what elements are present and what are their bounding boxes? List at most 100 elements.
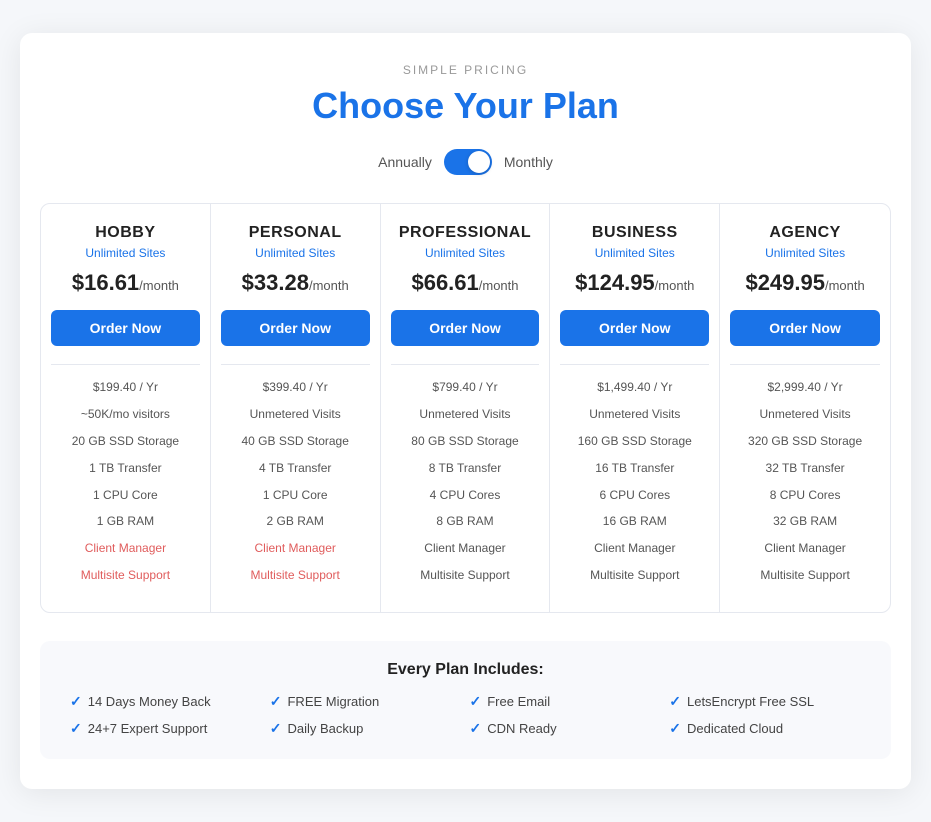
includes-section: Every Plan Includes: ✓ 14 Days Money Back…	[40, 641, 891, 759]
includes-item-label: Free Email	[487, 694, 550, 709]
plan-yearly-personal: $399.40 / Yr	[263, 379, 328, 396]
plan-sites-professional: Unlimited Sites	[425, 246, 505, 260]
plan-transfer-professional: 8 TB Transfer	[429, 460, 501, 477]
plan-client-manager-business: Client Manager	[594, 540, 675, 557]
plan-col-professional: PROFESSIONAL Unlimited Sites $66.61/mont…	[381, 204, 551, 611]
plan-multisite-hobby: Multisite Support	[81, 567, 170, 584]
includes-item-label: CDN Ready	[487, 721, 556, 736]
plan-ram-hobby: 1 GB RAM	[97, 513, 154, 530]
includes-item: ✓ Free Email	[470, 693, 662, 710]
plan-multisite-professional: Multisite Support	[420, 567, 509, 584]
plan-col-business: BUSINESS Unlimited Sites $124.95/month O…	[550, 204, 720, 611]
title-plain: Choose Your	[312, 85, 543, 126]
plan-sites-agency: Unlimited Sites	[765, 246, 845, 260]
plan-storage-professional: 80 GB SSD Storage	[411, 433, 518, 450]
billing-toggle-switch[interactable]	[444, 149, 492, 175]
plan-visitors-professional: Unmetered Visits	[419, 406, 510, 423]
monthly-label: Monthly	[504, 154, 553, 170]
plan-ram-business: 16 GB RAM	[603, 513, 667, 530]
annually-label: Annually	[378, 154, 432, 170]
plan-price-hobby: $16.61/month	[72, 270, 179, 296]
order-btn-agency[interactable]: Order Now	[730, 310, 880, 346]
plan-price-business: $124.95/month	[575, 270, 694, 296]
check-icon: ✓	[70, 720, 82, 737]
includes-item-label: 14 Days Money Back	[88, 694, 211, 709]
plan-visitors-hobby: ~50K/mo visitors	[81, 406, 170, 423]
order-btn-personal[interactable]: Order Now	[221, 310, 370, 346]
check-icon: ✓	[270, 693, 282, 710]
plan-cpu-business: 6 CPU Cores	[599, 487, 670, 504]
plan-divider-personal	[221, 364, 370, 365]
plan-price-professional: $66.61/month	[411, 270, 518, 296]
order-btn-business[interactable]: Order Now	[560, 310, 709, 346]
includes-item-label: Daily Backup	[287, 721, 363, 736]
pricing-container: SIMPLE PRICING Choose Your Plan Annually…	[20, 33, 911, 788]
plan-storage-personal: 40 GB SSD Storage	[242, 433, 349, 450]
check-icon: ✓	[270, 720, 282, 737]
plan-multisite-personal: Multisite Support	[251, 567, 340, 584]
plan-name-hobby: HOBBY	[95, 224, 155, 242]
plan-visitors-agency: Unmetered Visits	[760, 406, 851, 423]
includes-item-label: 24+7 Expert Support	[88, 721, 208, 736]
plan-price-personal: $33.28/month	[242, 270, 349, 296]
plan-divider-business	[560, 364, 709, 365]
plan-cpu-hobby: 1 CPU Core	[93, 487, 158, 504]
check-icon: ✓	[669, 720, 681, 737]
includes-item-label: FREE Migration	[287, 694, 379, 709]
plan-name-professional: PROFESSIONAL	[399, 224, 531, 242]
plan-divider-professional	[391, 364, 540, 365]
plan-name-agency: AGENCY	[769, 224, 840, 242]
plan-col-agency: AGENCY Unlimited Sites $249.95/month Ord…	[720, 204, 890, 611]
plans-grid: HOBBY Unlimited Sites $16.61/month Order…	[40, 203, 891, 612]
plan-name-personal: PERSONAL	[249, 224, 342, 242]
includes-item-label: Dedicated Cloud	[687, 721, 783, 736]
includes-item: ✓ LetsEncrypt Free SSL	[669, 693, 861, 710]
plan-yearly-agency: $2,999.40 / Yr	[768, 379, 843, 396]
includes-item: ✓ FREE Migration	[270, 693, 462, 710]
plan-yearly-business: $1,499.40 / Yr	[597, 379, 672, 396]
plan-col-hobby: HOBBY Unlimited Sites $16.61/month Order…	[41, 204, 211, 611]
order-btn-professional[interactable]: Order Now	[391, 310, 540, 346]
plan-ram-personal: 2 GB RAM	[267, 513, 324, 530]
check-icon: ✓	[669, 693, 681, 710]
includes-item-label: LetsEncrypt Free SSL	[687, 694, 814, 709]
plan-transfer-agency: 32 TB Transfer	[766, 460, 845, 477]
main-title: Choose Your Plan	[40, 85, 891, 127]
includes-item: ✓ 14 Days Money Back	[70, 693, 262, 710]
plan-ram-agency: 32 GB RAM	[773, 513, 837, 530]
includes-item: ✓CDN Ready	[470, 720, 662, 737]
toggle-knob	[468, 151, 490, 173]
plan-col-personal: PERSONAL Unlimited Sites $33.28/month Or…	[211, 204, 381, 611]
simple-pricing-label: SIMPLE PRICING	[40, 63, 891, 77]
plan-client-manager-agency: Client Manager	[764, 540, 845, 557]
plan-visitors-personal: Unmetered Visits	[250, 406, 341, 423]
includes-grid: ✓ 14 Days Money Back ✓ FREE Migration ✓ Free …	[70, 693, 861, 737]
check-icon: ✓	[70, 693, 82, 710]
plan-divider-agency	[730, 364, 880, 365]
plan-storage-business: 160 GB SSD Storage	[578, 433, 692, 450]
plan-yearly-hobby: $199.40 / Yr	[93, 379, 158, 396]
plan-sites-hobby: Unlimited Sites	[85, 246, 165, 260]
plan-cpu-agency: 8 CPU Cores	[770, 487, 841, 504]
plan-divider-hobby	[51, 364, 200, 365]
plan-name-business: BUSINESS	[592, 224, 678, 242]
plan-client-manager-professional: Client Manager	[424, 540, 505, 557]
plan-storage-agency: 320 GB SSD Storage	[748, 433, 862, 450]
includes-item: ✓ Daily Backup	[270, 720, 462, 737]
plan-yearly-professional: $799.40 / Yr	[432, 379, 497, 396]
includes-item: ✓ Dedicated Cloud	[669, 720, 861, 737]
plan-multisite-business: Multisite Support	[590, 567, 679, 584]
plan-transfer-business: 16 TB Transfer	[595, 460, 674, 477]
order-btn-hobby[interactable]: Order Now	[51, 310, 200, 346]
title-accent: Plan	[543, 85, 619, 126]
plan-client-manager-personal: Client Manager	[255, 540, 336, 557]
plan-cpu-personal: 1 CPU Core	[263, 487, 328, 504]
check-icon: ✓	[470, 693, 482, 710]
plan-storage-hobby: 20 GB SSD Storage	[72, 433, 179, 450]
includes-item: ✓ 24+7 Expert Support	[70, 720, 262, 737]
plan-transfer-hobby: 1 TB Transfer	[89, 460, 161, 477]
plan-visitors-business: Unmetered Visits	[589, 406, 680, 423]
plan-price-agency: $249.95/month	[745, 270, 864, 296]
includes-title: Every Plan Includes:	[70, 661, 861, 679]
plan-multisite-agency: Multisite Support	[760, 567, 849, 584]
